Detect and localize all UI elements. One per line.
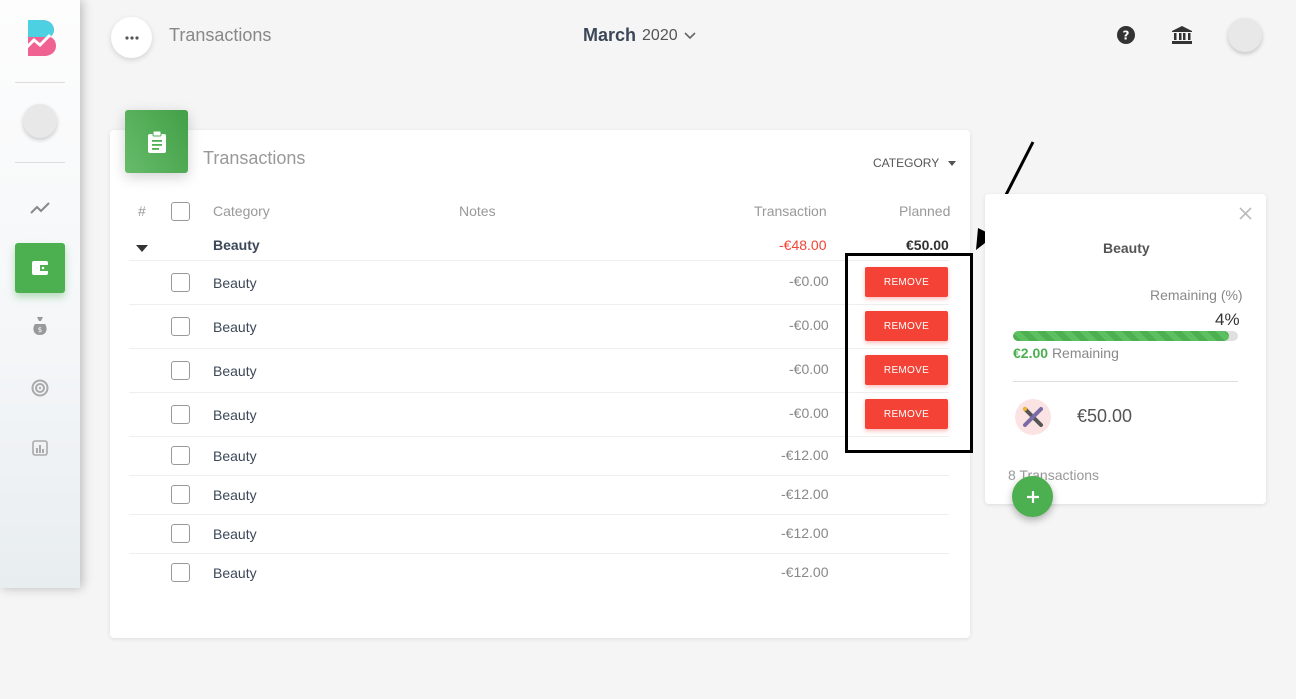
row-transaction: -€12.00 <box>781 447 829 463</box>
row-category: Beauty <box>213 526 257 542</box>
remaining-progress-fill <box>1013 331 1229 341</box>
row-transaction: -€0.00 <box>789 317 829 333</box>
target-icon[interactable] <box>27 375 53 401</box>
select-all-checkbox[interactable] <box>171 202 190 221</box>
more-icon <box>124 35 139 40</box>
clipboard-icon <box>125 110 188 173</box>
row-transaction: -€0.00 <box>789 405 829 421</box>
row-checkbox[interactable] <box>171 405 190 424</box>
app-logo[interactable] <box>22 18 62 58</box>
row-category: Beauty <box>213 565 257 581</box>
more-menu-button[interactable] <box>111 17 152 58</box>
remaining-progress-bar <box>1013 331 1238 341</box>
caret-down-icon <box>948 160 957 166</box>
profile-avatar[interactable] <box>1228 18 1262 52</box>
sidebar: $ <box>0 0 80 588</box>
user-avatar[interactable] <box>23 104 57 138</box>
column-header-notes[interactable]: Notes <box>459 203 496 219</box>
row-checkbox[interactable] <box>171 273 190 292</box>
category-dropdown-label: CATEGORY <box>873 156 940 170</box>
row-category: Beauty <box>213 487 257 503</box>
row-divider <box>129 348 949 349</box>
row-divider <box>129 553 949 554</box>
sidebar-item-wallet[interactable] <box>15 243 65 293</box>
row-divider <box>129 260 949 261</box>
row-divider <box>129 475 949 476</box>
close-icon[interactable] <box>1239 207 1252 225</box>
row-checkbox[interactable] <box>171 524 190 543</box>
row-divider <box>129 436 949 437</box>
row-divider <box>129 304 949 305</box>
row-category: Beauty <box>213 407 257 423</box>
help-icon[interactable]: ? <box>1115 24 1137 46</box>
report-icon[interactable] <box>27 435 53 461</box>
svg-text:?: ? <box>1123 29 1130 43</box>
row-category: Beauty <box>213 275 257 291</box>
row-transaction: -€12.00 <box>781 525 829 541</box>
planned-amount: €50.00 <box>1077 406 1133 426</box>
remaining-percent-value: 4% <box>1215 310 1240 329</box>
year-label: 2020 <box>642 26 678 44</box>
add-transaction-button[interactable] <box>1012 476 1053 517</box>
group-planned-total: €50.00 <box>906 237 949 253</box>
row-transaction: -€12.00 <box>781 486 829 502</box>
trending-icon[interactable] <box>27 195 53 221</box>
remaining-text: Remaining <box>1051 345 1119 361</box>
highlight-box <box>845 253 973 453</box>
bank-icon[interactable] <box>1171 24 1193 46</box>
chevron-down-icon <box>684 31 696 39</box>
row-checkbox[interactable] <box>171 563 190 582</box>
row-transaction: -€0.00 <box>789 361 829 377</box>
row-transaction: -€0.00 <box>789 273 829 289</box>
category-dropdown[interactable]: CATEGORY <box>873 156 957 170</box>
month-label: March <box>583 25 637 45</box>
collapse-group-icon[interactable] <box>136 240 148 258</box>
sidebar-divider <box>15 82 65 83</box>
row-category: Beauty <box>213 448 257 464</box>
row-checkbox[interactable] <box>171 317 190 336</box>
column-header-index: # <box>138 203 146 219</box>
money-bag-icon[interactable]: $ <box>27 313 53 339</box>
month-selector[interactable]: March 2020 <box>583 25 696 46</box>
column-header-transaction[interactable]: Transaction <box>754 203 827 219</box>
detail-title: Beauty <box>1103 240 1150 256</box>
group-category: Beauty <box>213 237 260 253</box>
detail-divider <box>1013 381 1238 382</box>
beauty-category-icon <box>1015 399 1051 435</box>
row-checkbox[interactable] <box>171 446 190 465</box>
plus-icon <box>1026 490 1039 503</box>
row-checkbox[interactable] <box>171 361 190 380</box>
remaining-amount: €2.00 <box>1013 345 1049 361</box>
column-header-category[interactable]: Category <box>213 203 270 219</box>
row-transaction: -€12.00 <box>781 564 829 580</box>
column-header-planned[interactable]: Planned <box>899 203 950 219</box>
row-checkbox[interactable] <box>171 485 190 504</box>
svg-text:$: $ <box>38 326 42 334</box>
row-divider <box>129 392 949 393</box>
wallet-icon <box>32 261 48 275</box>
sidebar-divider <box>15 162 65 163</box>
group-transaction-total: -€48.00 <box>779 237 827 253</box>
page-title: Transactions <box>169 25 272 45</box>
row-category: Beauty <box>213 363 257 379</box>
card-title: Transactions <box>203 148 306 168</box>
remaining-percent-label: Remaining (%) <box>1150 287 1243 303</box>
row-divider <box>129 514 949 515</box>
row-category: Beauty <box>213 319 257 335</box>
remaining-amount-row: €2.00 Remaining <box>1013 345 1119 361</box>
